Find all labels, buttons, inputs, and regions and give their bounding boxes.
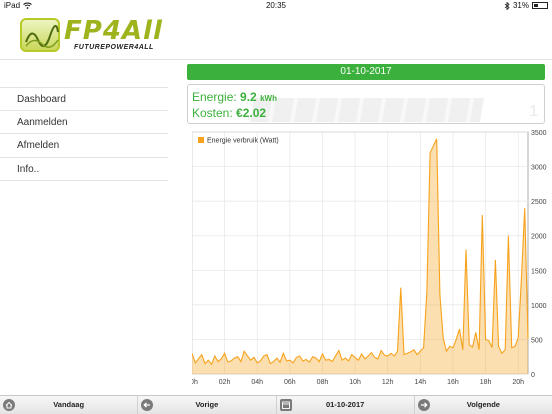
chart-legend-label: Energie verbruik (Watt)	[207, 138, 279, 145]
chart-x-tick-label: 02h	[219, 379, 231, 386]
sidebar-item-info[interactable]: Info..	[0, 158, 168, 181]
calendar-icon	[279, 399, 292, 411]
chart-x-tick-label: 12h	[382, 379, 394, 386]
app-header: FP4All FUTUREPOWER4ALL	[0, 12, 552, 60]
chart-legend-swatch	[198, 137, 204, 143]
energy-unit: kWh	[260, 94, 277, 103]
logo-subtitle: FUTUREPOWER4ALL	[74, 44, 154, 51]
logo-badge-icon	[20, 18, 60, 52]
meter-background-digit: 1	[529, 103, 538, 120]
home-icon	[3, 399, 15, 411]
cost-row: Kosten: €2.02	[192, 106, 266, 120]
status-time: 20:35	[265, 1, 287, 10]
chart-x-tick-label: 04h	[251, 379, 263, 386]
next-button[interactable]: Volgende	[415, 396, 552, 414]
energy-summary-box: 1 Energie: 9.2 kWh Kosten: €2.02	[187, 84, 545, 124]
battery-icon	[532, 2, 548, 9]
sidebar-item-dashboard[interactable]: Dashboard	[0, 87, 168, 111]
chart-y-tick-label: 3500	[531, 130, 547, 137]
date-picker-button[interactable]: 01-10-2017	[277, 396, 415, 414]
previous-button-label: Vorige	[195, 400, 219, 409]
status-right: 31%	[504, 1, 548, 10]
today-button-label: Vandaag	[53, 400, 85, 409]
chart-x-tick-label: 00h	[192, 379, 198, 386]
logo-text: FP4All	[64, 16, 163, 46]
brand-logo[interactable]: FP4All FUTUREPOWER4ALL	[20, 18, 170, 54]
meter-background-graphic	[249, 98, 485, 122]
today-button[interactable]: Vandaag	[0, 396, 139, 414]
energy-value: 9.2	[240, 90, 257, 104]
chart-x-tick-label: 10h	[349, 379, 361, 386]
chart-y-tick-label: 1000	[531, 303, 547, 310]
bluetooth-icon	[504, 1, 510, 10]
cost-label: Kosten:	[192, 106, 233, 120]
energy-row: Energie: 9.2 kWh	[192, 90, 277, 104]
battery-percent: 31%	[512, 1, 529, 10]
chart-y-tick-label: 0	[531, 372, 535, 379]
chart-x-tick-label: 08h	[317, 379, 329, 386]
energy-chart-svg: 0 500 1000 1500 2000 2500 3000 3500 00h 02h 04h 06h…	[192, 130, 547, 386]
cost-value: €2.02	[236, 106, 267, 120]
chart-x-tick-label: 18h	[480, 379, 492, 386]
chart-y-tick-label: 3000	[531, 165, 547, 172]
arrow-left-icon	[141, 399, 154, 411]
chart-x-tick-label: 16h	[447, 379, 459, 386]
sidebar: Dashboard Aanmelden Afmelden Info..	[0, 61, 180, 394]
chart-y-tick-label: 1500	[531, 268, 547, 275]
energy-label: Energie:	[192, 90, 237, 104]
arrow-right-icon	[417, 399, 430, 411]
chart-x-tick-label: 20h	[512, 379, 524, 386]
chart-y-tick-label: 500	[531, 337, 543, 344]
chart-y-tick-label: 2500	[531, 199, 547, 206]
chart-x-tick-label: 06h	[284, 379, 296, 386]
sidebar-item-afmelden[interactable]: Afmelden	[0, 134, 168, 158]
status-bar: iPad 20:35 31%	[0, 0, 552, 12]
bottom-toolbar: Vandaag Vorige 01-10-2017 Volgende	[0, 395, 552, 414]
chart-x-tick-label: 14h	[415, 379, 427, 386]
chart-plot-area	[192, 131, 529, 375]
next-button-label: Volgende	[466, 400, 500, 409]
date-banner: 01-10-2017	[187, 64, 545, 80]
energy-chart: 0 500 1000 1500 2000 2500 3000 3500 00h 02h 04h 06h…	[192, 130, 547, 388]
sidebar-item-aanmelden[interactable]: Aanmelden	[0, 111, 168, 134]
sidebar-menu: Dashboard Aanmelden Afmelden Info..	[0, 87, 168, 181]
previous-button[interactable]: Vorige	[138, 396, 277, 414]
date-picker-label: 01-10-2017	[325, 400, 365, 409]
chart-y-tick-label: 2000	[531, 234, 547, 241]
